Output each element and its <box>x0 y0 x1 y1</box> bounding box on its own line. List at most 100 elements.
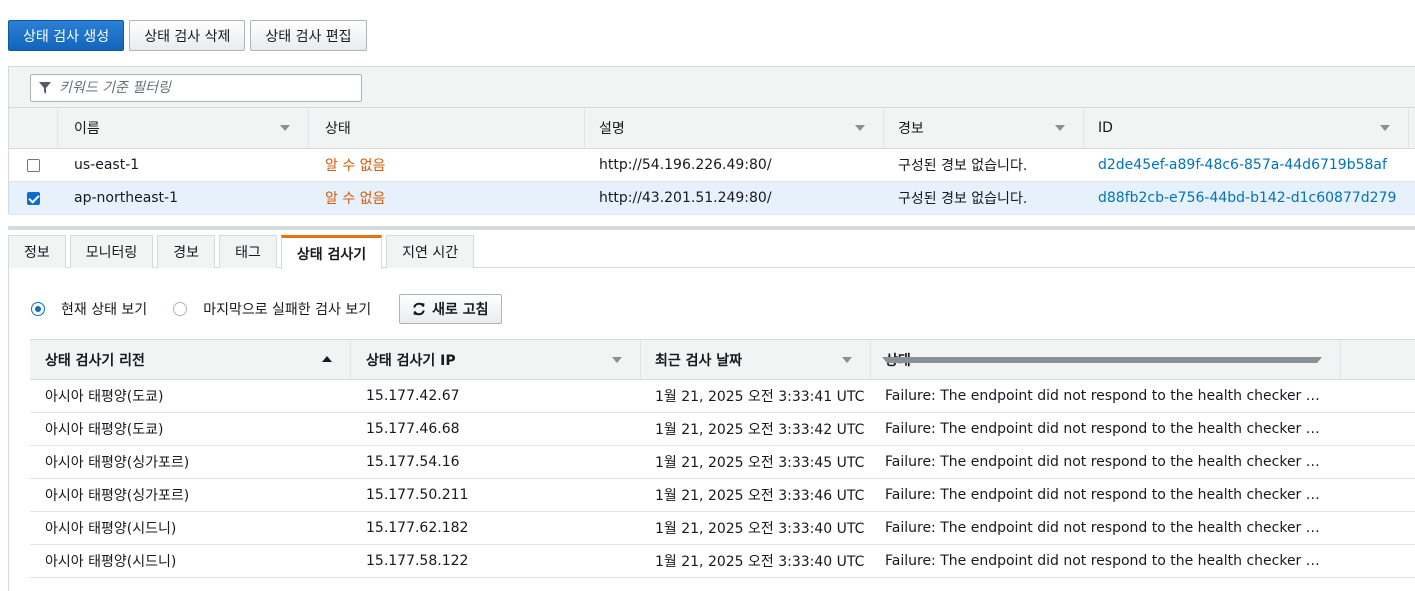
table-row: 아시아 태평양(시드니) 15.177.58.122 1월 21, 2025 오… <box>30 545 1415 578</box>
row-id-link[interactable]: d88fb2cb-e756-44bd-b142-d1c60877d279 <box>1084 182 1409 214</box>
header-select-cell <box>9 108 58 148</box>
row-alarm: 구성된 경보 없습니다. <box>898 158 1028 174</box>
row-checkbox[interactable] <box>27 158 40 172</box>
edit-health-check-button[interactable]: 상태 검사 편집 <box>250 20 367 51</box>
tab-alarms[interactable]: 경보 <box>157 235 216 268</box>
sort-caret-icon[interactable] <box>855 125 865 131</box>
checker-ip: 15.177.46.68 <box>366 421 460 437</box>
column-header-status[interactable]: 상태 <box>871 340 1341 379</box>
checker-region: 아시아 태평양(도쿄) <box>45 422 164 438</box>
checker-region: 아시아 태평양(시드니) <box>45 521 177 537</box>
tab-latency[interactable]: 지연 시간 <box>386 235 475 268</box>
checker-status-text: Failure: The endpoint did not respond to… <box>885 388 1325 404</box>
checker-status-text: Failure: The endpoint did not respond to… <box>885 487 1325 503</box>
tab-info[interactable]: 정보 <box>8 235 66 268</box>
column-header-label: 설명 <box>599 121 625 137</box>
row-description: http://43.201.51.249:80/ <box>599 190 772 206</box>
row-status: 알 수 없음 <box>325 158 386 174</box>
toolbar: 상태 검사 생성 상태 검사 삭제 상태 검사 편집 <box>8 20 367 51</box>
column-header-label: ID <box>1098 120 1113 136</box>
row-status: 알 수 없음 <box>325 191 386 207</box>
table-header: 이름 상태 설명 경보 ID <box>9 108 1415 149</box>
tab-tags[interactable]: 태그 <box>219 235 277 268</box>
column-header-label: 이름 <box>74 121 100 137</box>
checker-status-text: Failure: The endpoint did not respond to… <box>885 553 1325 569</box>
last-failed-label[interactable]: 마지막으로 실패한 검사 보기 <box>203 299 371 319</box>
checker-date: 1월 21, 2025 오전 3:33:40 UTC <box>655 554 865 570</box>
table-row: 아시아 태평양(도쿄) 15.177.46.68 1월 21, 2025 오전 … <box>30 413 1415 446</box>
sort-ascending-icon[interactable] <box>322 356 332 362</box>
row-description: http://54.196.226.49:80/ <box>599 157 772 173</box>
checker-status: Failure: The endpoint did not respond to… <box>871 413 1341 445</box>
row-name: ap-northeast-1 <box>74 190 179 206</box>
refresh-button[interactable]: 새로 고침 <box>399 294 502 324</box>
last-failed-radio[interactable] <box>173 302 188 316</box>
checker-status: Failure: The endpoint did not respond to… <box>871 545 1341 577</box>
row-id-link[interactable]: d2de45ef-a89f-48c6-857a-44d6719b58af <box>1084 149 1409 181</box>
checker-date: 1월 21, 2025 오전 3:33:40 UTC <box>655 521 865 537</box>
column-header-label: 상태 검사기 리전 <box>45 352 145 369</box>
sort-caret-icon[interactable] <box>882 357 1322 363</box>
health-checkers-panel: 현재 상태 보기 마지막으로 실패한 검사 보기 새로 고침 상태 검사기 리전… <box>8 268 1415 591</box>
create-health-check-button[interactable]: 상태 검사 생성 <box>8 20 125 51</box>
delete-health-check-button[interactable]: 상태 검사 삭제 <box>129 20 246 51</box>
tab-health-checkers[interactable]: 상태 검사기 <box>280 235 383 269</box>
table-row: 아시아 태평양(싱가포르) 15.177.50.211 1월 21, 2025 … <box>30 479 1415 512</box>
refresh-icon <box>413 302 425 316</box>
column-header-label: 경보 <box>898 121 924 137</box>
checker-status: Failure: The endpoint did not respond to… <box>871 446 1341 478</box>
row-select-cell <box>9 149 58 181</box>
panel-resize-handle[interactable] <box>8 226 1415 230</box>
sort-caret-icon[interactable] <box>612 357 622 363</box>
current-status-radio[interactable] <box>31 302 45 316</box>
column-header-description[interactable]: 설명 <box>585 108 884 148</box>
checker-ip: 15.177.50.211 <box>366 487 469 503</box>
checker-region: 아시아 태평양(싱가포르) <box>45 488 190 504</box>
table-row[interactable]: ap-northeast-1 알 수 없음 http://43.201.51.2… <box>9 182 1415 215</box>
checker-ip: 15.177.42.67 <box>366 388 460 404</box>
filter-bar <box>9 67 1415 108</box>
column-header-id[interactable]: ID <box>1084 108 1409 148</box>
column-header-spacer <box>1341 340 1415 379</box>
row-checkbox[interactable] <box>27 191 40 205</box>
row-alarm: 구성된 경보 없습니다. <box>898 191 1028 207</box>
table-row[interactable]: us-east-1 알 수 없음 http://54.196.226.49:80… <box>9 149 1415 182</box>
filter-icon <box>39 82 51 94</box>
table-row: 아시아 태평양(싱가포르) 15.177.54.16 1월 21, 2025 오… <box>30 446 1415 479</box>
checker-region: 아시아 태평양(도쿄) <box>45 389 164 405</box>
table-row: 아시아 태평양(시드니) 15.177.62.182 1월 21, 2025 오… <box>30 512 1415 545</box>
checker-date: 1월 21, 2025 오전 3:33:45 UTC <box>655 455 865 471</box>
column-header-label: 최근 검사 날짜 <box>655 352 743 369</box>
column-header-alarm[interactable]: 경보 <box>884 108 1084 148</box>
health-checks-table: 이름 상태 설명 경보 ID us-east-1 알 수 없음 http://5… <box>8 66 1415 215</box>
sort-caret-icon[interactable] <box>1055 125 1065 131</box>
checker-status: Failure: The endpoint did not respond to… <box>871 479 1341 511</box>
checker-region: 아시아 태평양(시드니) <box>45 554 177 570</box>
health-checkers-table: 상태 검사기 리전 상태 검사기 IP 최근 검사 날짜 상태 아시아 태평양(… <box>30 339 1415 578</box>
row-name: us-east-1 <box>74 157 140 173</box>
sort-caret-icon[interactable] <box>842 357 852 363</box>
checker-status-text: Failure: The endpoint did not respond to… <box>885 520 1325 536</box>
filter-box[interactable] <box>30 74 362 102</box>
column-header-date[interactable]: 최근 검사 날짜 <box>641 340 871 379</box>
checker-status: Failure: The endpoint did not respond to… <box>871 380 1341 412</box>
column-header-region[interactable]: 상태 검사기 리전 <box>30 340 351 379</box>
checker-ip: 15.177.62.182 <box>366 520 469 536</box>
column-header-name[interactable]: 이름 <box>58 108 309 148</box>
filter-input[interactable] <box>59 80 339 96</box>
current-status-label[interactable]: 현재 상태 보기 <box>61 299 147 319</box>
column-header-label: 상태 검사기 IP <box>366 352 456 369</box>
column-header-ip[interactable]: 상태 검사기 IP <box>351 340 641 379</box>
view-options: 현재 상태 보기 마지막으로 실패한 검사 보기 새로 고침 <box>31 294 502 324</box>
checker-status-text: Failure: The endpoint did not respond to… <box>885 421 1325 437</box>
refresh-label: 새로 고침 <box>432 302 489 318</box>
detail-tabs: 정보 모니터링 경보 태그 상태 검사기 지연 시간 <box>8 235 1415 269</box>
sort-caret-icon[interactable] <box>280 125 290 131</box>
sort-caret-icon[interactable] <box>1380 125 1390 131</box>
tab-monitoring[interactable]: 모니터링 <box>69 235 154 268</box>
checker-status: Failure: The endpoint did not respond to… <box>871 512 1341 544</box>
row-select-cell <box>9 182 58 214</box>
column-header-status[interactable]: 상태 <box>309 108 585 148</box>
checker-status-text: Failure: The endpoint did not respond to… <box>885 454 1325 470</box>
table-header: 상태 검사기 리전 상태 검사기 IP 최근 검사 날짜 상태 <box>30 339 1415 380</box>
